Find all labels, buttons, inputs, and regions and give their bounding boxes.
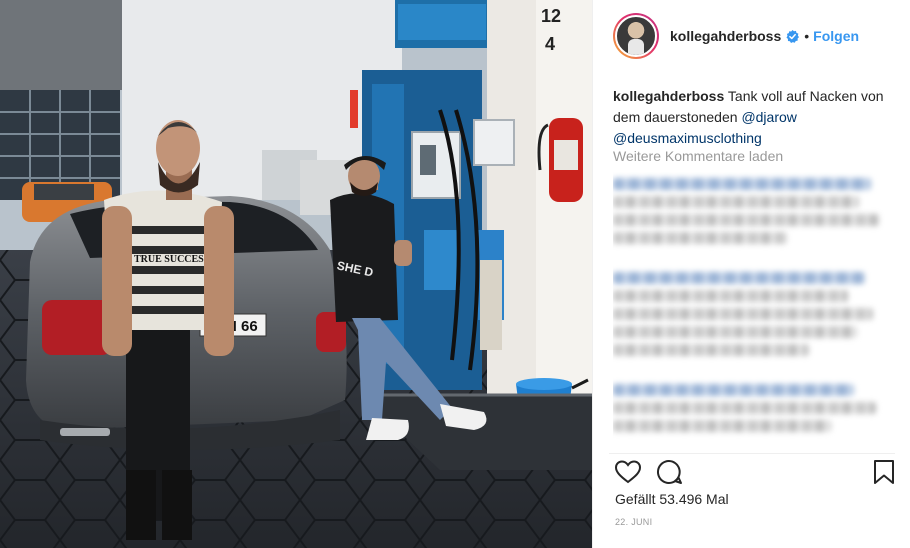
blurred-comment-line [613, 402, 877, 414]
comments-list-blurred [613, 172, 893, 450]
post-photo[interactable]: N 66 TRUE SUCCESS SHE D 12 4 [0, 0, 592, 548]
header-separator: • [804, 28, 810, 44]
comment-bubble-icon[interactable] [655, 458, 683, 486]
mention-link-djarow[interactable]: @djarow [741, 109, 796, 125]
blurred-comment-line [613, 178, 871, 190]
likes-count[interactable]: Gefällt 53.496 Mal [615, 491, 729, 507]
post-date[interactable]: 22. JUNI [615, 517, 652, 527]
username-link[interactable]: kollegahderboss [670, 28, 781, 44]
blurred-comment-line [613, 420, 832, 432]
blurred-comment-line [613, 326, 857, 338]
blurred-comment-line [613, 308, 874, 320]
blurred-comment-line [613, 214, 879, 226]
verified-badge-icon [786, 29, 800, 43]
instagram-post: N 66 TRUE SUCCESS SHE D 12 4 kollegahder… [0, 0, 910, 548]
post-actions [593, 458, 910, 488]
blurred-comment-line [613, 290, 849, 302]
mention-link-deusmaximus[interactable]: @deusmaximusclothing [613, 130, 762, 146]
blurred-comment-line [613, 232, 787, 244]
heart-icon[interactable] [614, 458, 642, 486]
gas-station-scene: N 66 TRUE SUCCESS SHE D [0, 0, 592, 548]
avatar[interactable] [615, 15, 657, 57]
story-ring[interactable] [613, 13, 659, 59]
svg-text:TRUE SUCCESS: TRUE SUCCESS [134, 254, 210, 265]
divider [609, 453, 895, 454]
caption-username[interactable]: kollegahderboss [613, 88, 724, 104]
bookmark-icon[interactable] [870, 458, 898, 486]
load-more-comments-button[interactable]: Weitere Kommentare laden [613, 148, 783, 164]
pump-number-bottom: 4 [545, 34, 556, 54]
blurred-comment-line [613, 344, 809, 356]
blurred-comment-line [613, 196, 860, 208]
blurred-comment-line [613, 272, 865, 284]
post-side-panel: kollegahderboss • Folgen kollegahderboss… [592, 0, 910, 548]
post-caption: kollegahderboss Tank voll auf Nacken von… [613, 86, 893, 149]
post-header: kollegahderboss • Folgen [593, 0, 910, 72]
blurred-comment-line [613, 384, 854, 396]
pump-number-top: 12 [541, 6, 562, 26]
follow-button[interactable]: Folgen [813, 28, 859, 44]
